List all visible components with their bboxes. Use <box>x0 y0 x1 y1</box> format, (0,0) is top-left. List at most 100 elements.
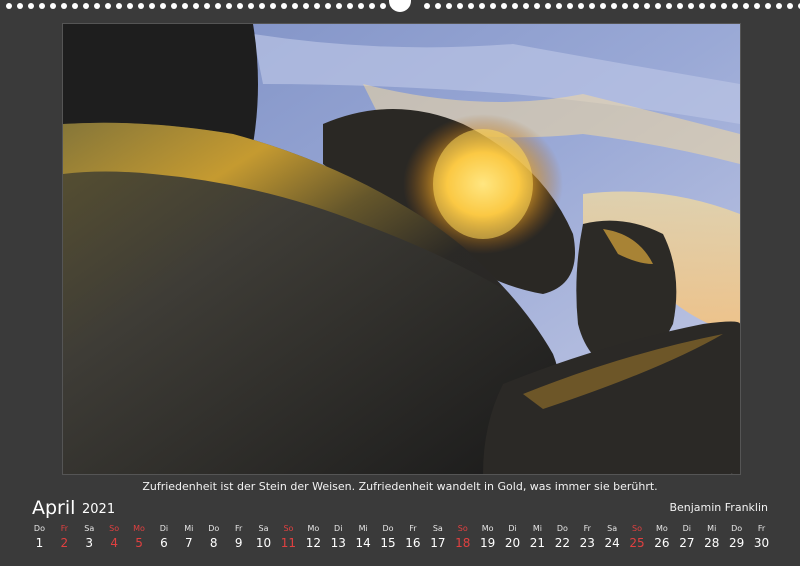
day-number: 8 <box>209 536 218 550</box>
binding-hole <box>754 3 760 9</box>
month-label: April <box>32 497 76 519</box>
binding-hole <box>61 3 67 9</box>
day-number: 18 <box>455 536 471 550</box>
binding-hole <box>688 3 694 9</box>
calendar-day: Fr 23 <box>575 522 600 551</box>
binding-hole <box>303 3 309 9</box>
weekday-label: Fr <box>757 524 766 533</box>
calendar-day: Do 22 <box>550 522 575 551</box>
weekday-label: Fr <box>234 524 243 533</box>
binding-hole <box>72 3 78 9</box>
calendar-day-strip: Do 1 Fr 2 Sa 3 So 4 Mo 5 Di 6 Mi 7 Do 8 Fr 9 Sa 10 So 11 Mo 12 D… <box>27 522 774 551</box>
weekday-label: Di <box>159 524 169 533</box>
day-number: 13 <box>330 536 346 550</box>
binding-hole <box>50 3 56 9</box>
calendar-day: Fr 9 <box>226 522 251 551</box>
binding-hole <box>633 3 639 9</box>
weekday-label: Di <box>508 524 517 533</box>
year-label: 2021 <box>82 502 116 517</box>
day-number: 4 <box>110 536 118 550</box>
weekday-label: Mo <box>656 524 668 533</box>
quote-author: Benjamin Franklin <box>669 501 768 514</box>
day-number: 23 <box>579 536 595 550</box>
binding-hole <box>204 3 210 9</box>
spiral-binding <box>0 0 800 14</box>
weekday-label: Sa <box>258 524 269 533</box>
calendar-day: So 4 <box>102 522 127 551</box>
binding-hole <box>215 3 221 9</box>
day-number: 5 <box>135 536 143 550</box>
day-number: 25 <box>629 536 645 550</box>
binding-hole <box>39 3 45 9</box>
day-number: 28 <box>704 536 720 550</box>
weekday-label: Fr <box>409 524 417 533</box>
weekday-label: Fr <box>583 524 591 533</box>
day-number: 26 <box>654 536 670 550</box>
calendar-day: Mi 14 <box>351 522 376 551</box>
weekday-label: Sa <box>432 524 443 533</box>
day-number: 22 <box>554 536 570 550</box>
calendar-day: Mi 7 <box>176 522 201 551</box>
calendar-day: Mo 19 <box>475 522 500 551</box>
weekday-label: Mo <box>481 524 494 533</box>
binding-hole <box>556 3 562 9</box>
weekday-label: Mi <box>358 524 368 533</box>
binding-hole <box>787 3 793 9</box>
weekday-label: So <box>457 524 468 533</box>
calendar-day: Sa 3 <box>77 522 102 551</box>
binding-hole <box>336 3 342 9</box>
binding-hole <box>622 3 628 9</box>
binding-hole <box>226 3 232 9</box>
binding-hole <box>446 3 452 9</box>
photo-rocks-sunset <box>63 24 740 474</box>
binding-hole <box>435 3 441 9</box>
binding-hole <box>589 3 595 9</box>
weekday-label: Do <box>731 524 743 533</box>
weekday-label: Do <box>33 524 45 533</box>
calendar-day: Do 15 <box>376 522 401 551</box>
binding-hole <box>721 3 727 9</box>
weekday-label: Mo <box>307 524 320 533</box>
calendar-day: Fr 30 <box>749 522 774 551</box>
binding-hole <box>380 3 386 9</box>
binding-hole <box>314 3 320 9</box>
binding-hole <box>666 3 672 9</box>
weekday-label: So <box>632 524 643 533</box>
binding-hole <box>270 3 276 9</box>
quote-text: Zufriedenheit ist der Stein der Weisen. … <box>142 480 658 493</box>
weekday-label: Mo <box>133 524 145 533</box>
weekday-label: Mi <box>184 524 194 533</box>
calendar-day: So 11 <box>276 522 301 551</box>
binding-hole <box>160 3 166 9</box>
day-number: 21 <box>529 536 546 550</box>
weekday-label: Mi <box>532 524 542 533</box>
weekday-label: Di <box>334 524 343 533</box>
binding-hole <box>248 3 254 9</box>
day-number: 9 <box>234 536 243 550</box>
binding-hole <box>259 3 265 9</box>
binding-hole <box>83 3 89 9</box>
day-number: 14 <box>355 536 371 550</box>
binding-hole <box>644 3 650 9</box>
binding-hole <box>28 3 34 9</box>
day-number: 27 <box>679 536 695 550</box>
binding-hole <box>292 3 298 9</box>
calendar-day: Di 20 <box>500 522 525 551</box>
binding-hole <box>347 3 353 9</box>
binding-hole <box>710 3 716 9</box>
binding-hole <box>490 3 496 9</box>
day-number: 15 <box>380 536 396 550</box>
day-number: 20 <box>504 536 521 550</box>
day-number: 11 <box>280 536 297 550</box>
binding-hole <box>369 3 375 9</box>
calendar-day: Mo 12 <box>301 522 326 551</box>
weekday-label: Do <box>382 524 394 533</box>
calendar-day: Mo 26 <box>649 522 674 551</box>
binding-hole <box>105 3 111 9</box>
calendar-day: Mo 5 <box>127 522 152 551</box>
weekday-label: Fr <box>60 524 68 533</box>
binding-hole <box>765 3 771 9</box>
binding-hole <box>600 3 606 9</box>
binding-hole <box>424 3 430 9</box>
binding-hole <box>523 3 529 9</box>
